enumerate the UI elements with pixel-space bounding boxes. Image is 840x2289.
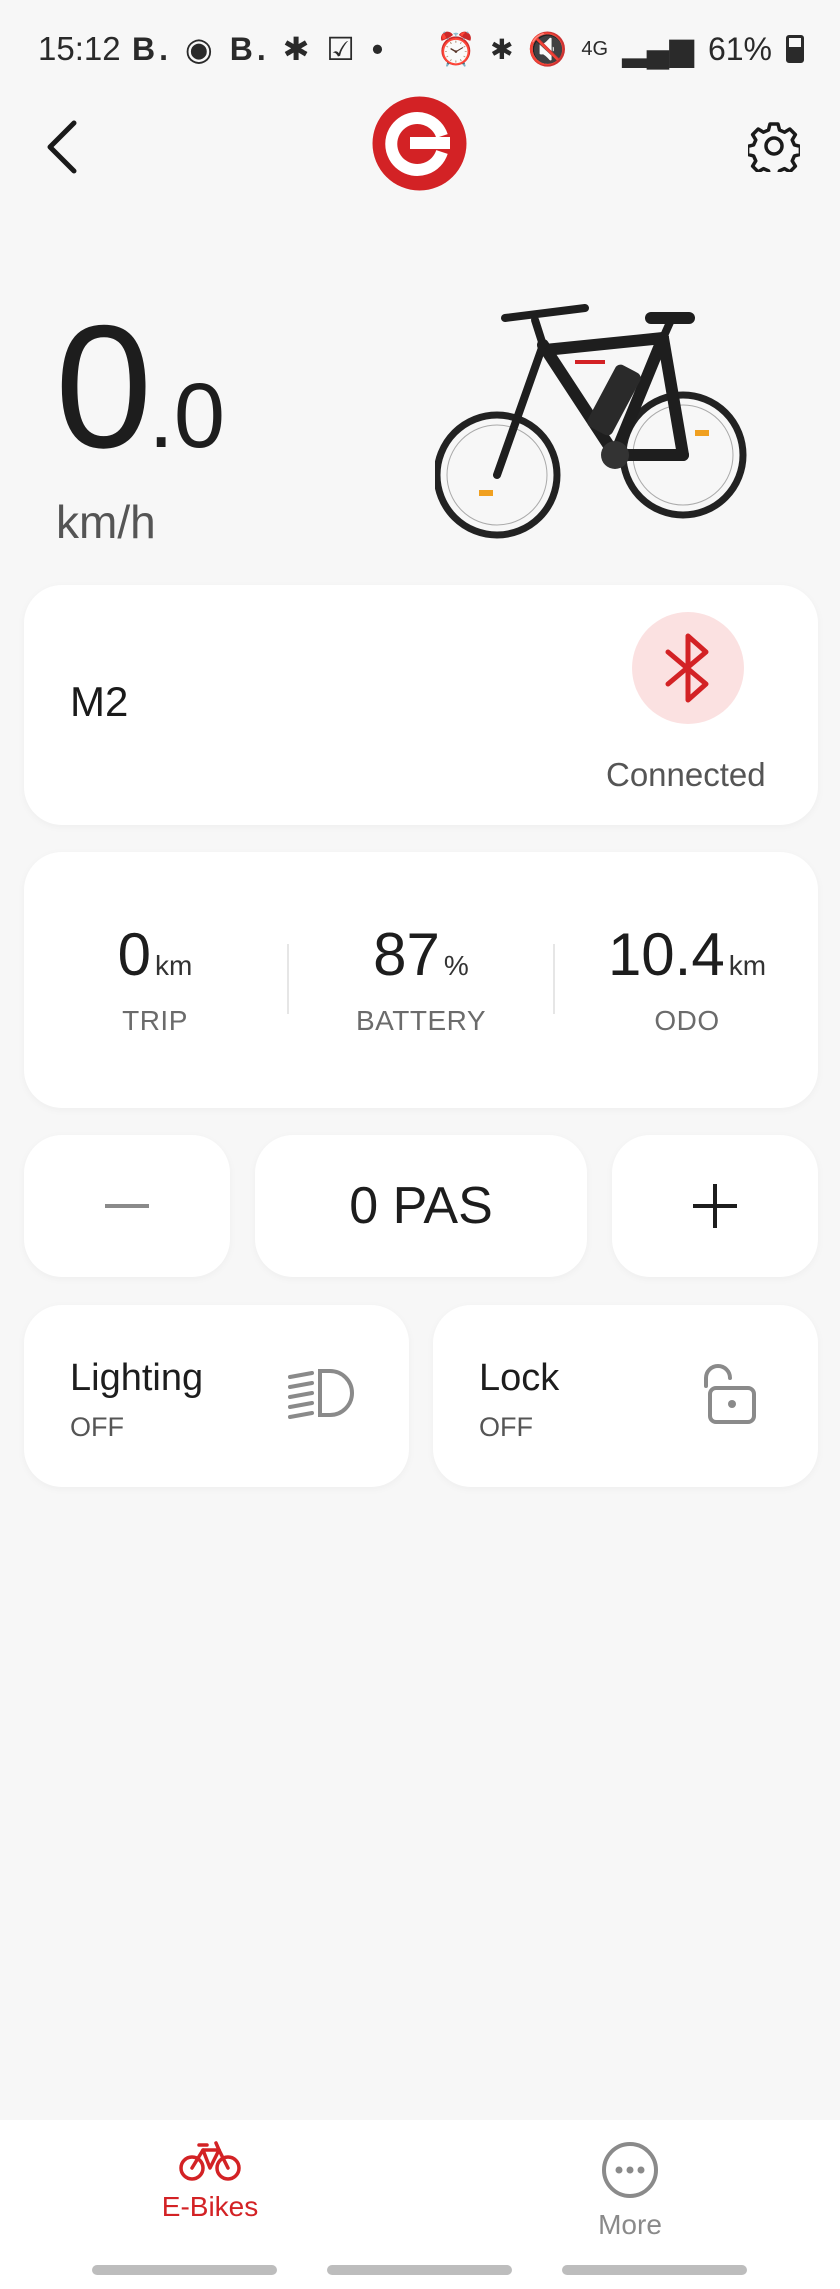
stat-trip: 0 km TRIP	[40, 925, 270, 1037]
status-time: 15:12	[38, 30, 121, 67]
bottom-nav	[0, 2120, 840, 2289]
back-button[interactable]	[40, 115, 90, 180]
stat-unit: %	[443, 950, 469, 981]
signal-icon: ▂▄▆	[622, 31, 694, 67]
stat-odo: 10.4 km ODO	[572, 925, 802, 1037]
lock-state: OFF	[479, 1412, 533, 1442]
nav-ebikes-label: E-Bikes	[161, 2191, 259, 2222]
stat-unit: km	[728, 950, 767, 981]
status-bar: 15:12 B. ◉ B. ✱ ☑ • ⏰ ✱ 🔇 4G ▂▄▆ 61%	[0, 0, 840, 100]
pas-level: 0 PAS	[255, 1135, 587, 1277]
battery-icon	[786, 35, 804, 63]
bluetooth-icon	[665, 633, 709, 703]
device-name: M2	[70, 678, 129, 725]
bike-image	[433, 290, 755, 550]
gesture-bar-left	[92, 2265, 277, 2275]
speed-unit: km/h	[56, 496, 156, 548]
lighting-title: Lighting	[70, 1357, 204, 1399]
battery-percent: 61%	[707, 30, 772, 67]
speed-decimal: .0	[148, 365, 226, 467]
pas-decrease-button[interactable]	[24, 1135, 230, 1277]
unlock-icon	[700, 1362, 760, 1426]
status-right: ⏰ ✱ 🔇 4G ▂▄▆ 61%	[436, 30, 804, 68]
notification-icons: B. ◉ B. ✱ ☑ •	[132, 31, 388, 67]
stat-label: TRIP	[122, 1005, 188, 1036]
settings-button[interactable]	[745, 120, 803, 179]
more-icon	[602, 2142, 658, 2198]
mute-icon: 🔇	[527, 31, 568, 67]
divider	[287, 944, 289, 1014]
stat-value: 87	[373, 921, 440, 988]
lock-title: Lock	[479, 1357, 560, 1399]
plus-icon	[693, 1184, 737, 1228]
speed-display: 0 .0	[55, 300, 225, 475]
stat-value: 10.4	[607, 921, 725, 988]
lighting-state: OFF	[70, 1412, 124, 1442]
alarm-icon: ⏰	[436, 31, 477, 67]
stat-battery: 87% BATTERY	[306, 925, 536, 1037]
minus-icon	[105, 1204, 149, 1208]
stat-unit: km	[155, 950, 193, 981]
gesture-bar-center	[327, 2265, 512, 2275]
lock-text: Lock OFF	[479, 1357, 559, 1443]
network-type: 4G	[581, 37, 609, 60]
chevron-left-icon	[47, 120, 77, 174]
stat-label: BATTERY	[355, 1005, 487, 1036]
speed-integer: 0	[55, 290, 152, 485]
connection-status: Connected	[606, 756, 766, 793]
bike-icon	[179, 2141, 241, 2181]
headlight-icon	[286, 1365, 358, 1421]
nav-more-label: More	[598, 2209, 662, 2240]
stat-label: ODO	[654, 1005, 720, 1036]
gear-icon	[745, 122, 803, 179]
nav-ebikes[interactable]: E-Bikes	[130, 2140, 290, 2223]
bluetooth-status-icon: ✱	[490, 33, 514, 65]
bluetooth-button[interactable]	[632, 612, 744, 724]
lighting-text: Lighting OFF	[70, 1357, 203, 1443]
stat-value: 0	[117, 921, 152, 988]
divider	[553, 944, 555, 1014]
pas-increase-button[interactable]	[612, 1135, 818, 1277]
nav-more[interactable]: More	[550, 2140, 710, 2241]
brand-logo	[372, 96, 467, 191]
gesture-bar-right	[562, 2265, 747, 2275]
